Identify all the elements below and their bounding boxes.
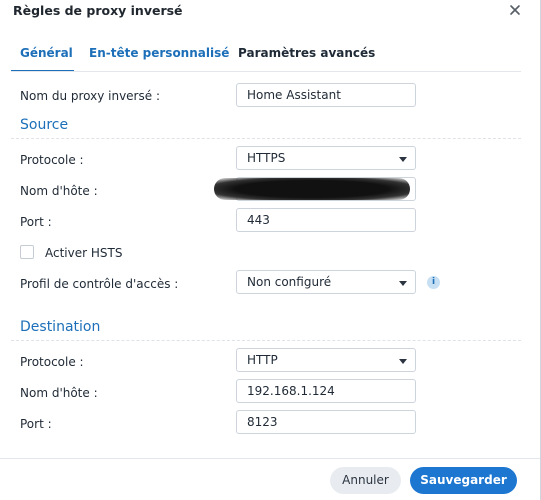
info-icon[interactable]: i bbox=[427, 276, 440, 289]
source-protocol-select[interactable]: HTTPS bbox=[236, 146, 416, 170]
destination-hostname-label: Nom d'hôte : bbox=[20, 386, 98, 400]
source-hostname-label: Nom d'hôte : bbox=[20, 184, 98, 198]
source-protocol-value: HTTPS bbox=[247, 151, 286, 165]
destination-hostname-value: 192.168.1.124 bbox=[247, 384, 335, 398]
source-protocol-label: Protocole : bbox=[20, 153, 84, 167]
tab-bar: Général En-tête personnalisé Paramètres … bbox=[0, 40, 540, 72]
save-button[interactable]: Sauvegarder bbox=[410, 467, 517, 494]
source-heading: Source bbox=[20, 117, 69, 133]
hsts-checkbox[interactable] bbox=[20, 245, 34, 259]
destination-port-input[interactable]: 8123 bbox=[236, 410, 416, 434]
access-profile-label: Profil de contrôle d'accès : bbox=[20, 277, 179, 291]
source-port-input[interactable]: 443 bbox=[236, 208, 416, 232]
tabs-divider bbox=[11, 71, 521, 72]
footer-divider bbox=[0, 458, 540, 459]
chevron-down-icon bbox=[399, 157, 407, 162]
destination-protocol-label: Protocole : bbox=[20, 355, 84, 369]
chevron-down-icon bbox=[399, 281, 407, 286]
access-profile-select[interactable]: Non configuré bbox=[236, 270, 416, 294]
dialog-title: Règles de proxy inversé bbox=[13, 3, 183, 18]
destination-protocol-value: HTTP bbox=[247, 353, 278, 367]
source-port-value: 443 bbox=[247, 213, 270, 227]
proxy-name-label: Nom du proxy inversé : bbox=[20, 89, 160, 103]
destination-hostname-input[interactable]: 192.168.1.124 bbox=[236, 379, 416, 403]
access-profile-value: Non configuré bbox=[247, 275, 332, 289]
proxy-name-value: Home Assistant bbox=[247, 88, 341, 102]
destination-port-label: Port : bbox=[20, 417, 52, 431]
destination-protocol-select[interactable]: HTTP bbox=[236, 348, 416, 372]
redaction-scribble bbox=[214, 178, 410, 200]
reverse-proxy-dialog: Règles de proxy inversé Général En-tête … bbox=[0, 0, 541, 500]
tab-custom-header[interactable]: En-tête personnalisé bbox=[89, 46, 229, 60]
source-divider bbox=[11, 138, 521, 139]
tab-general[interactable]: Général bbox=[20, 46, 73, 60]
tab-advanced-settings[interactable]: Paramètres avancés bbox=[238, 46, 375, 60]
cancel-button[interactable]: Annuler bbox=[330, 467, 401, 494]
hsts-label: Activer HSTS bbox=[45, 246, 123, 260]
source-port-label: Port : bbox=[20, 215, 52, 229]
close-icon[interactable] bbox=[508, 3, 522, 17]
destination-divider bbox=[11, 340, 521, 341]
destination-heading: Destination bbox=[20, 319, 101, 335]
destination-port-value: 8123 bbox=[247, 415, 278, 429]
chevron-down-icon bbox=[399, 359, 407, 364]
proxy-name-input[interactable]: Home Assistant bbox=[236, 83, 416, 107]
